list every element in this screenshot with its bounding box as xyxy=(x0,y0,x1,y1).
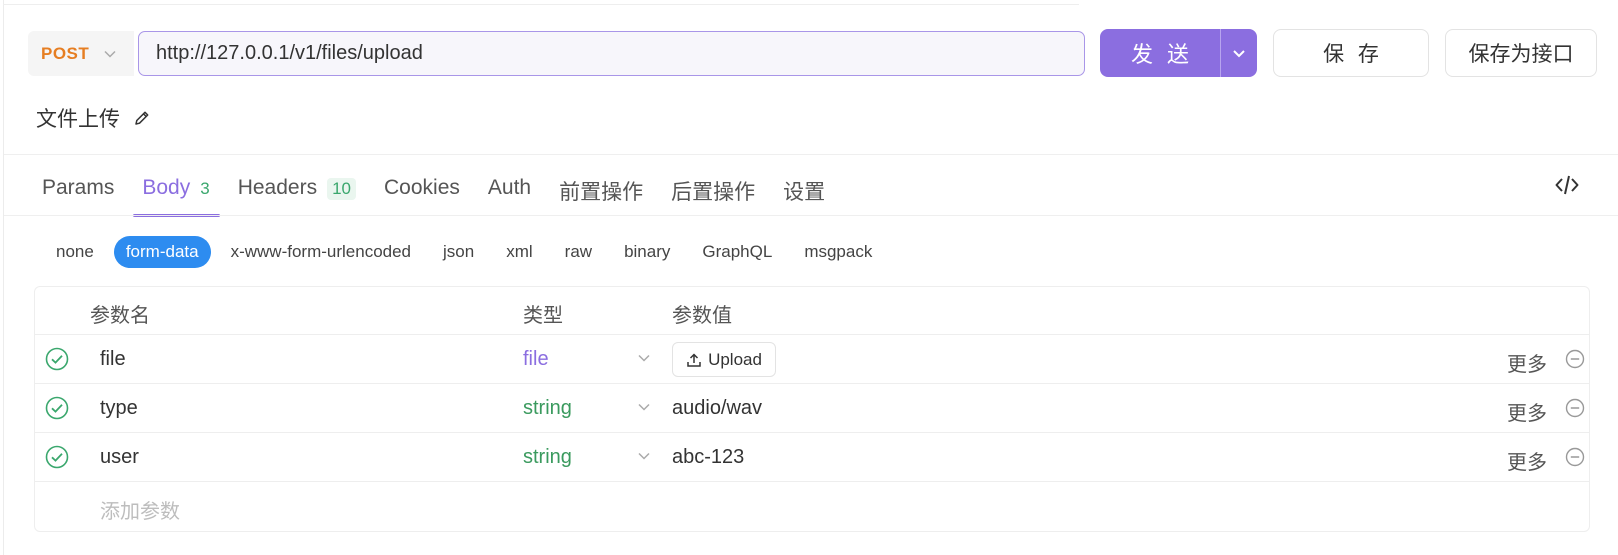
divider xyxy=(4,215,1618,216)
column-header-name: 参数名 xyxy=(90,305,150,327)
param-type[interactable]: string xyxy=(523,446,572,469)
param-value[interactable]: abc-123 xyxy=(672,446,744,469)
table-row: type string audio/wav 更多 xyxy=(35,384,1589,433)
upload-label: Upload xyxy=(708,349,762,369)
save-as-api-button[interactable]: 保存为接口 xyxy=(1445,29,1597,77)
send-label: 发 送 xyxy=(1130,42,1194,67)
chevron-down-icon xyxy=(1233,50,1245,58)
param-type[interactable]: string xyxy=(523,397,572,420)
divider xyxy=(4,154,1618,155)
tab-label: 前置操作 xyxy=(559,181,644,204)
check-circle-icon[interactable] xyxy=(45,445,69,469)
send-button[interactable]: 发 送 xyxy=(1100,29,1220,77)
tab-label: Cookies xyxy=(384,176,460,199)
more-link[interactable]: 更多 xyxy=(1507,397,1547,426)
tab-headers[interactable]: Headers 10 xyxy=(237,170,357,215)
body-type-selector: none form-data x-www-form-urlencoded jso… xyxy=(44,236,892,268)
table-row: file file Upload 更多 xyxy=(35,335,1589,384)
param-name[interactable]: file xyxy=(100,348,126,371)
chevron-down-icon[interactable] xyxy=(637,400,651,414)
url-text: http://127.0.0.1/v1/files/upload xyxy=(156,42,423,64)
table-row: user string abc-123 更多 xyxy=(35,433,1589,482)
send-dropdown-button[interactable] xyxy=(1221,29,1257,77)
upload-icon xyxy=(687,352,701,367)
tab-params[interactable]: Params xyxy=(42,170,114,215)
tab-pre-processors[interactable]: 前置操作 xyxy=(559,170,643,215)
code-icon[interactable] xyxy=(1554,172,1580,198)
body-type-form-data[interactable]: form-data xyxy=(113,236,211,268)
method-select[interactable]: POST xyxy=(28,31,134,76)
remove-circle-icon[interactable] xyxy=(1565,398,1585,418)
chevron-down-icon[interactable] xyxy=(637,351,651,365)
tab-count: 3 xyxy=(200,179,210,198)
form-data-table: 参数名 类型 参数值 file file Upload 更多 type stri… xyxy=(34,286,1590,532)
top-divider xyxy=(3,4,1079,5)
chevron-down-icon xyxy=(104,50,116,58)
tab-label: Auth xyxy=(487,176,532,199)
remove-circle-icon[interactable] xyxy=(1565,349,1585,369)
tab-label: Params xyxy=(42,176,115,199)
tab-body[interactable]: Body 3 xyxy=(133,170,221,217)
upload-button[interactable]: Upload xyxy=(672,342,776,377)
request-name: 文件上传 xyxy=(36,108,120,131)
body-type-graphql[interactable]: GraphQL xyxy=(690,236,784,268)
add-param-row[interactable]: 添加参数 xyxy=(35,482,1589,531)
tab-label: Body xyxy=(142,176,191,199)
chevron-down-icon[interactable] xyxy=(637,449,651,463)
body-type-binary[interactable]: binary xyxy=(612,236,682,268)
tab-cookies[interactable]: Cookies xyxy=(384,170,460,215)
body-type-urlencoded[interactable]: x-www-form-urlencoded xyxy=(219,236,423,268)
save-button[interactable]: 保 存 xyxy=(1273,29,1429,77)
check-circle-icon[interactable] xyxy=(45,347,69,371)
tab-label: Headers xyxy=(237,176,318,199)
tab-settings[interactable]: 设置 xyxy=(783,170,825,215)
send-button-group: 发 送 xyxy=(1100,29,1257,77)
request-title: 文件上传 xyxy=(36,102,152,134)
tab-count: 10 xyxy=(327,178,357,200)
body-type-none[interactable]: none xyxy=(44,236,106,268)
tab-label: 设置 xyxy=(783,181,826,204)
save-label: 保 存 xyxy=(1323,43,1383,66)
param-name[interactable]: user xyxy=(100,446,139,469)
param-name[interactable]: type xyxy=(100,397,138,420)
param-value[interactable]: audio/wav xyxy=(672,397,762,420)
column-header-type: 类型 xyxy=(523,305,563,327)
request-tabs: Params Body 3 Headers 10 Cookies Auth 前置… xyxy=(42,170,853,217)
param-type[interactable]: file xyxy=(523,348,549,371)
body-type-raw[interactable]: raw xyxy=(553,236,604,268)
url-input[interactable]: http://127.0.0.1/v1/files/upload xyxy=(138,31,1085,76)
tab-post-processors[interactable]: 后置操作 xyxy=(671,170,755,215)
save-as-api-label: 保存为接口 xyxy=(1468,43,1574,66)
more-link[interactable]: 更多 xyxy=(1507,446,1547,475)
method-label: POST xyxy=(41,43,90,63)
check-circle-icon[interactable] xyxy=(45,396,69,420)
column-header-value: 参数值 xyxy=(672,305,732,327)
tab-auth[interactable]: Auth xyxy=(488,170,531,215)
more-link[interactable]: 更多 xyxy=(1507,348,1547,377)
tab-label: 后置操作 xyxy=(671,181,756,204)
table-header: 参数名 类型 参数值 xyxy=(35,287,1589,335)
body-type-json[interactable]: json xyxy=(431,236,486,268)
remove-circle-icon[interactable] xyxy=(1565,447,1585,467)
add-param-placeholder[interactable]: 添加参数 xyxy=(100,495,180,524)
body-type-msgpack[interactable]: msgpack xyxy=(792,236,884,268)
body-type-xml[interactable]: xml xyxy=(494,236,544,268)
edit-icon[interactable] xyxy=(132,108,152,128)
